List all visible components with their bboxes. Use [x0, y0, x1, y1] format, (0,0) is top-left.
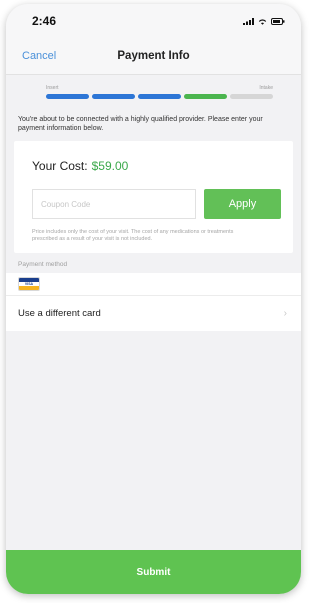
coupon-row: Apply	[32, 189, 281, 219]
payment-method-header: Payment method	[18, 261, 68, 268]
status-bar: 2:46	[6, 4, 301, 38]
phone-screen: 2:46 Cancel Payment Info Insert Intake Y…	[6, 4, 301, 594]
progress-segments	[46, 94, 273, 99]
use-different-card-row[interactable]: Use a different card ›	[6, 295, 301, 331]
progress-segment	[184, 94, 227, 99]
nav-bar: Cancel Payment Info	[6, 38, 301, 75]
progress-end-label: Intake	[259, 85, 273, 91]
apply-button[interactable]: Apply	[203, 189, 281, 219]
coupon-code-input[interactable]	[32, 189, 196, 219]
progress-segment	[230, 94, 273, 99]
progress-segment	[46, 94, 89, 99]
cancel-button[interactable]: Cancel	[22, 50, 56, 62]
progress-segment	[92, 94, 135, 99]
visa-card-icon: VISA	[18, 277, 40, 291]
progress-start-label: Insert	[46, 85, 59, 91]
cost-label: Your Cost:	[32, 159, 88, 173]
intro-text: You're about to be connected with a high…	[18, 116, 263, 132]
status-icons	[243, 17, 285, 25]
saved-card-row[interactable]: VISA	[6, 273, 301, 295]
status-time: 2:46	[32, 14, 57, 28]
chevron-right-icon: ›	[283, 308, 287, 319]
wifi-icon	[258, 18, 267, 25]
battery-icon	[271, 17, 285, 25]
cost-line: Your Cost: $59.00	[32, 159, 281, 173]
signal-icon	[243, 17, 254, 25]
use-different-card-label: Use a different card	[18, 308, 101, 319]
cost-amount: $59.00	[91, 159, 129, 173]
cost-card: Your Cost:$59.00 Apply Price includes on…	[14, 141, 293, 253]
progress-indicator: Insert Intake	[6, 75, 301, 109]
submit-button[interactable]: Submit	[6, 550, 301, 594]
price-disclaimer: Price includes only the cost of your vis…	[32, 229, 234, 242]
progress-segment	[138, 94, 181, 99]
